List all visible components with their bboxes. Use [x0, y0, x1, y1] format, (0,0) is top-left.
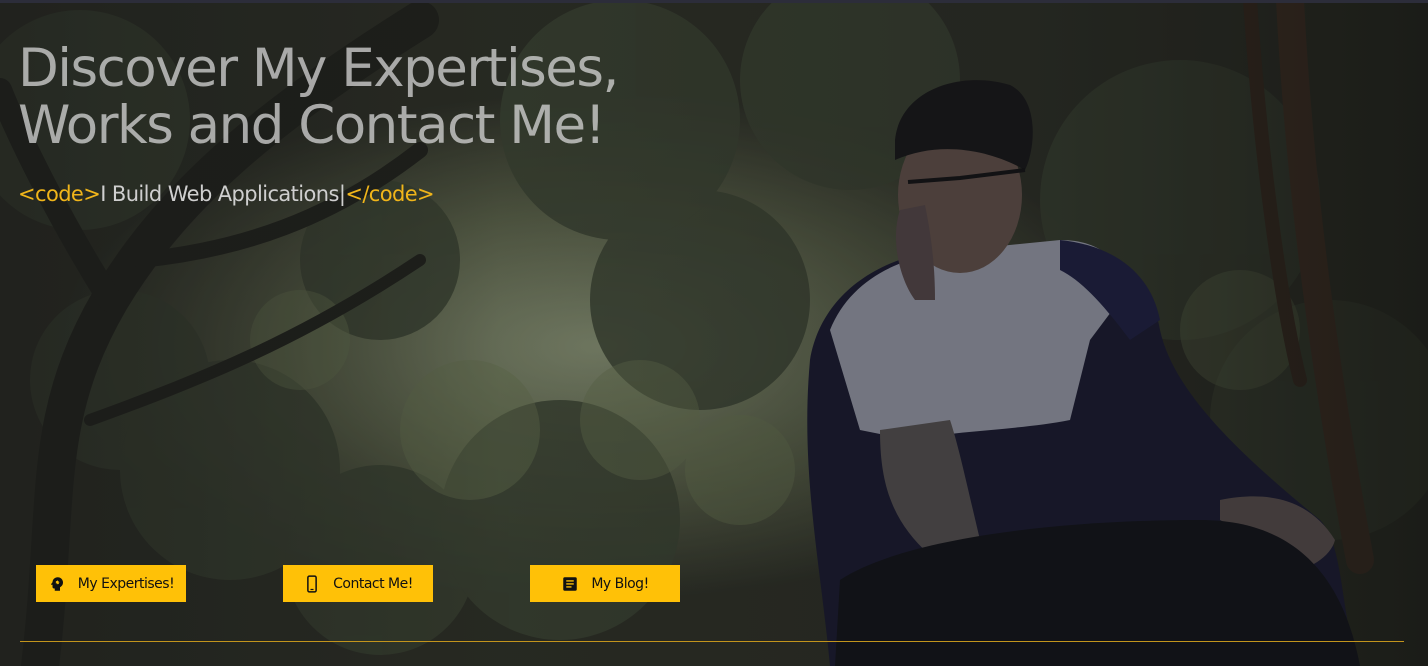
- document-icon: [561, 575, 579, 593]
- contact-me-button[interactable]: Contact Me!: [283, 565, 433, 602]
- code-close-tag: </code>: [345, 182, 435, 206]
- top-border: [0, 0, 1428, 3]
- hero-tagline: <code>I Build Web Applications|</code>: [18, 180, 435, 208]
- headline-line-1: Discover My Expertises,: [18, 38, 619, 99]
- my-blog-label: My Blog!: [591, 575, 649, 592]
- bottom-divider: [20, 641, 1404, 642]
- my-blog-button[interactable]: My Blog!: [530, 565, 680, 602]
- smartphone-icon: [303, 574, 321, 593]
- headline-line-2: Works and Contact Me!: [18, 95, 606, 156]
- typed-tagline-text: I Build Web Applications|: [100, 182, 346, 206]
- hero-section: Discover My Expertises, Works and Contac…: [0, 0, 1428, 666]
- my-expertises-button[interactable]: My Expertises!: [36, 565, 186, 602]
- my-expertises-label: My Expertises!: [77, 575, 175, 592]
- hero-headline: Discover My Expertises, Works and Contac…: [18, 38, 619, 156]
- contact-me-label: Contact Me!: [333, 575, 413, 592]
- code-open-tag: <code>: [18, 182, 101, 206]
- brain-head-icon: [48, 575, 66, 593]
